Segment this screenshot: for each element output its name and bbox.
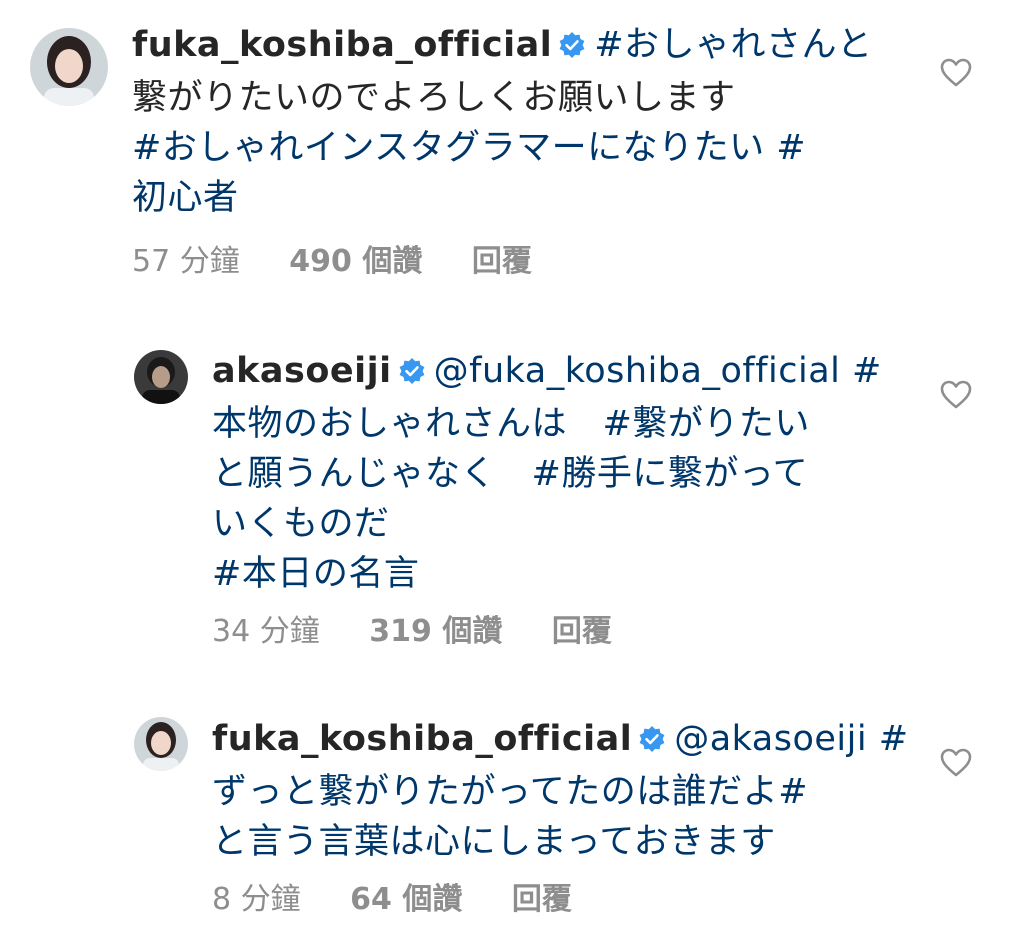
comment-time: 34 分鐘 — [212, 614, 320, 649]
comment-line[interactable]: #おしゃれさんと — [594, 25, 872, 65]
heart-outline-icon[interactable] — [940, 58, 972, 88]
reply-button[interactable]: 回覆 — [472, 236, 532, 280]
comment-line[interactable]: と願うんじゃなく #勝手に繋がって — [212, 449, 912, 499]
comment-line[interactable]: #本日の名言 — [212, 549, 912, 599]
comment-meta: 57 分鐘 490 個讚 回覆 — [132, 236, 572, 280]
heart-outline-icon[interactable] — [940, 380, 972, 410]
comment-line[interactable]: ずっと繋がりたがってたのは誰だよ# — [212, 767, 912, 817]
comment-line: 繋がりたいのでよろしくお願いします — [132, 78, 736, 118]
avatar[interactable] — [134, 350, 188, 404]
verified-badge-icon — [558, 23, 586, 73]
comment-username[interactable]: fuka_koshiba_official — [212, 719, 632, 759]
comment-username[interactable]: akasoeiji — [212, 351, 392, 391]
comment-likes[interactable]: 64 個讚 — [350, 874, 462, 918]
avatar[interactable] — [134, 717, 188, 771]
comment-text: fuka_koshiba_official #おしゃれさんと 繋がりたいのでよろし… — [132, 20, 912, 223]
comment-line[interactable]: いくものだ — [212, 499, 912, 549]
verified-badge-icon — [398, 349, 426, 399]
comment-time: 57 分鐘 — [132, 244, 240, 279]
comment-line[interactable]: 初心者 — [132, 173, 912, 223]
comment-line[interactable]: 本物のおしゃれさんは #繋がりたい — [212, 399, 912, 449]
comment-meta: 8 分鐘 64 個讚 回覆 — [212, 874, 612, 918]
comment-time: 8 分鐘 — [212, 882, 301, 917]
verified-badge-icon — [638, 717, 666, 767]
comment-meta: 34 分鐘 319 個讚 回覆 — [212, 606, 652, 650]
comment-line[interactable]: と言う言葉は心にしまっておきます — [212, 817, 912, 867]
comment-text: fuka_koshiba_official @akasoeiji # ずっと繋がり… — [212, 714, 912, 867]
comment-likes[interactable]: 490 個讚 — [289, 236, 422, 280]
comment-line[interactable]: @fuka_koshiba_official # — [434, 351, 882, 391]
reply-button[interactable]: 回覆 — [512, 874, 572, 918]
comment-line[interactable]: #おしゃれインスタグラマーになりたい # — [132, 123, 912, 173]
comment-text: akasoeiji @fuka_koshiba_official # 本物のおしゃ… — [212, 346, 912, 599]
heart-outline-icon[interactable] — [940, 748, 972, 778]
comment-likes[interactable]: 319 個讚 — [369, 606, 502, 650]
comment-username[interactable]: fuka_koshiba_official — [132, 25, 552, 65]
comment-line[interactable]: @akasoeiji # — [674, 719, 908, 759]
reply-button[interactable]: 回覆 — [552, 606, 612, 650]
avatar[interactable] — [30, 28, 108, 106]
